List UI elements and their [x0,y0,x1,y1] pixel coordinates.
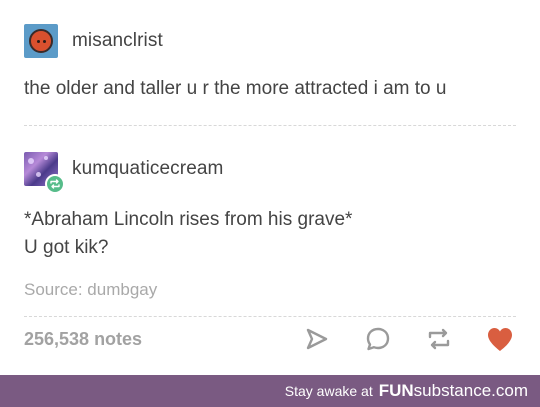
post-text-line: U got kik? [24,237,109,258]
reply-bubble-icon [366,327,390,351]
post-header-kumquaticecream: kumquaticecream [0,152,540,194]
banner-brand-rest: substance.com [413,381,528,400]
banner-prefix: Stay awake at [284,383,373,399]
like-button[interactable] [484,323,516,355]
share-arrow-icon [306,328,328,350]
reblog-button[interactable] [423,323,455,355]
sparkle-decoration [28,158,34,164]
source-link[interactable]: Source: dumbgay [24,280,157,300]
share-button[interactable] [301,323,333,355]
user-row: kumquaticecream [24,152,540,194]
divider [24,125,516,126]
post-footer: 256,538 notes [24,322,516,356]
sparkle-decoration [36,172,41,177]
post-header-misanclrist: misanclrist [0,24,540,58]
reply-button[interactable] [362,323,394,355]
avatar[interactable] [24,152,65,194]
username[interactable]: misanclrist [72,30,163,52]
user-row: misanclrist [24,24,540,58]
reblog-badge-icon [45,174,65,194]
avatar-face-icon [29,29,53,53]
reblog-icon [428,328,450,350]
notes-count[interactable]: 256,538 notes [24,329,142,350]
sparkle-decoration [44,156,48,160]
banner-brand-bold: FUN [378,381,414,400]
post-actions [272,323,516,355]
heart-icon [488,328,512,351]
post-text: *Abraham Lincoln rises from his grave* U… [24,206,352,262]
post-text: the older and taller u r the more attrac… [24,78,447,99]
username[interactable]: kumquaticecream [72,158,223,180]
watermark-banner: Stay awake at FUN substance.com [0,375,540,407]
post-text-line: *Abraham Lincoln rises from his grave* [24,209,353,230]
avatar[interactable] [24,24,58,58]
divider [24,316,516,317]
